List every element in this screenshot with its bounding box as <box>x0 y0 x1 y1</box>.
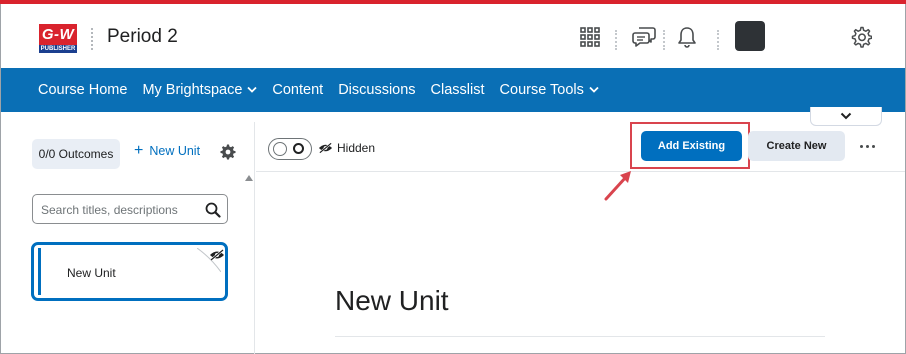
unit-sidebar: 0/0 Outcomes + New Unit New Unit <box>1 122 255 354</box>
nav-classlist[interactable]: Classlist <box>431 82 485 98</box>
course-title[interactable]: Period 2 <box>107 26 178 48</box>
collapse-toggle[interactable] <box>810 107 882 126</box>
search-box <box>32 194 228 224</box>
logo-subtext: PUBLISHER <box>39 45 77 53</box>
annotation-arrow-icon <box>604 171 631 201</box>
heading-underline <box>335 336 825 337</box>
nav-label: Classlist <box>430 82 485 98</box>
bell-icon[interactable] <box>674 24 700 50</box>
unit-heading[interactable]: New Unit <box>335 285 449 317</box>
nav-label: Course Home <box>38 82 128 98</box>
apps-grid-icon[interactable] <box>577 24 603 50</box>
gear-icon[interactable] <box>848 24 874 50</box>
nav-discussions[interactable]: Discussions <box>338 82 415 98</box>
hidden-eye-icon <box>318 142 333 154</box>
plus-icon: + <box>134 142 144 159</box>
outcomes-button[interactable]: 0/0 Outcomes <box>32 139 120 169</box>
chevron-down-icon <box>247 85 258 96</box>
visibility-toggle[interactable] <box>268 138 312 160</box>
header: G-W PUBLISHER Period 2 <box>1 4 905 68</box>
course-navbar: Course Home My Brightspace Content Discu… <box>1 68 905 112</box>
hidden-status: Hidden <box>318 141 375 155</box>
settings-gear-icon[interactable] <box>220 144 236 160</box>
unit-card[interactable]: New Unit <box>31 242 228 301</box>
new-unit-button[interactable]: + New Unit <box>134 142 201 159</box>
header-separator <box>663 30 665 50</box>
nav-label: My Brightspace <box>142 82 243 98</box>
toolbar-divider <box>256 171 905 172</box>
scroll-up-arrow[interactable] <box>245 175 253 181</box>
publisher-logo[interactable]: G-W PUBLISHER <box>39 24 77 53</box>
avatar[interactable] <box>735 21 765 51</box>
unit-card-body <box>38 248 221 295</box>
nav-label: Course Tools <box>499 82 584 98</box>
unit-card-label: New Unit <box>67 266 116 280</box>
create-new-button[interactable]: Create New <box>748 131 845 161</box>
nav-label: Content <box>272 82 324 98</box>
nav-content[interactable]: Content <box>272 82 323 98</box>
new-unit-label: New Unit <box>149 144 201 158</box>
logo-text: G-W <box>39 24 77 45</box>
header-separator <box>615 30 617 50</box>
header-divider <box>91 28 93 50</box>
header-separator <box>717 30 719 50</box>
toggle-knob <box>273 142 287 156</box>
search-icon[interactable] <box>205 202 221 218</box>
nav-course-tools[interactable]: Course Tools <box>500 82 599 98</box>
chat-icon[interactable] <box>631 24 657 50</box>
toggle-off-indicator <box>293 143 304 154</box>
search-input[interactable] <box>41 201 197 219</box>
hidden-eye-icon <box>209 248 225 266</box>
nav-my-brightspace[interactable]: My Brightspace <box>142 82 258 98</box>
nav-label: Discussions <box>338 82 416 98</box>
more-options-icon[interactable] <box>855 137 879 155</box>
chevron-down-icon <box>589 85 599 96</box>
chevron-down-icon <box>840 112 852 120</box>
nav-course-home[interactable]: Course Home <box>38 82 127 98</box>
add-existing-button[interactable]: Add Existing <box>641 131 742 161</box>
hidden-label: Hidden <box>337 141 376 155</box>
